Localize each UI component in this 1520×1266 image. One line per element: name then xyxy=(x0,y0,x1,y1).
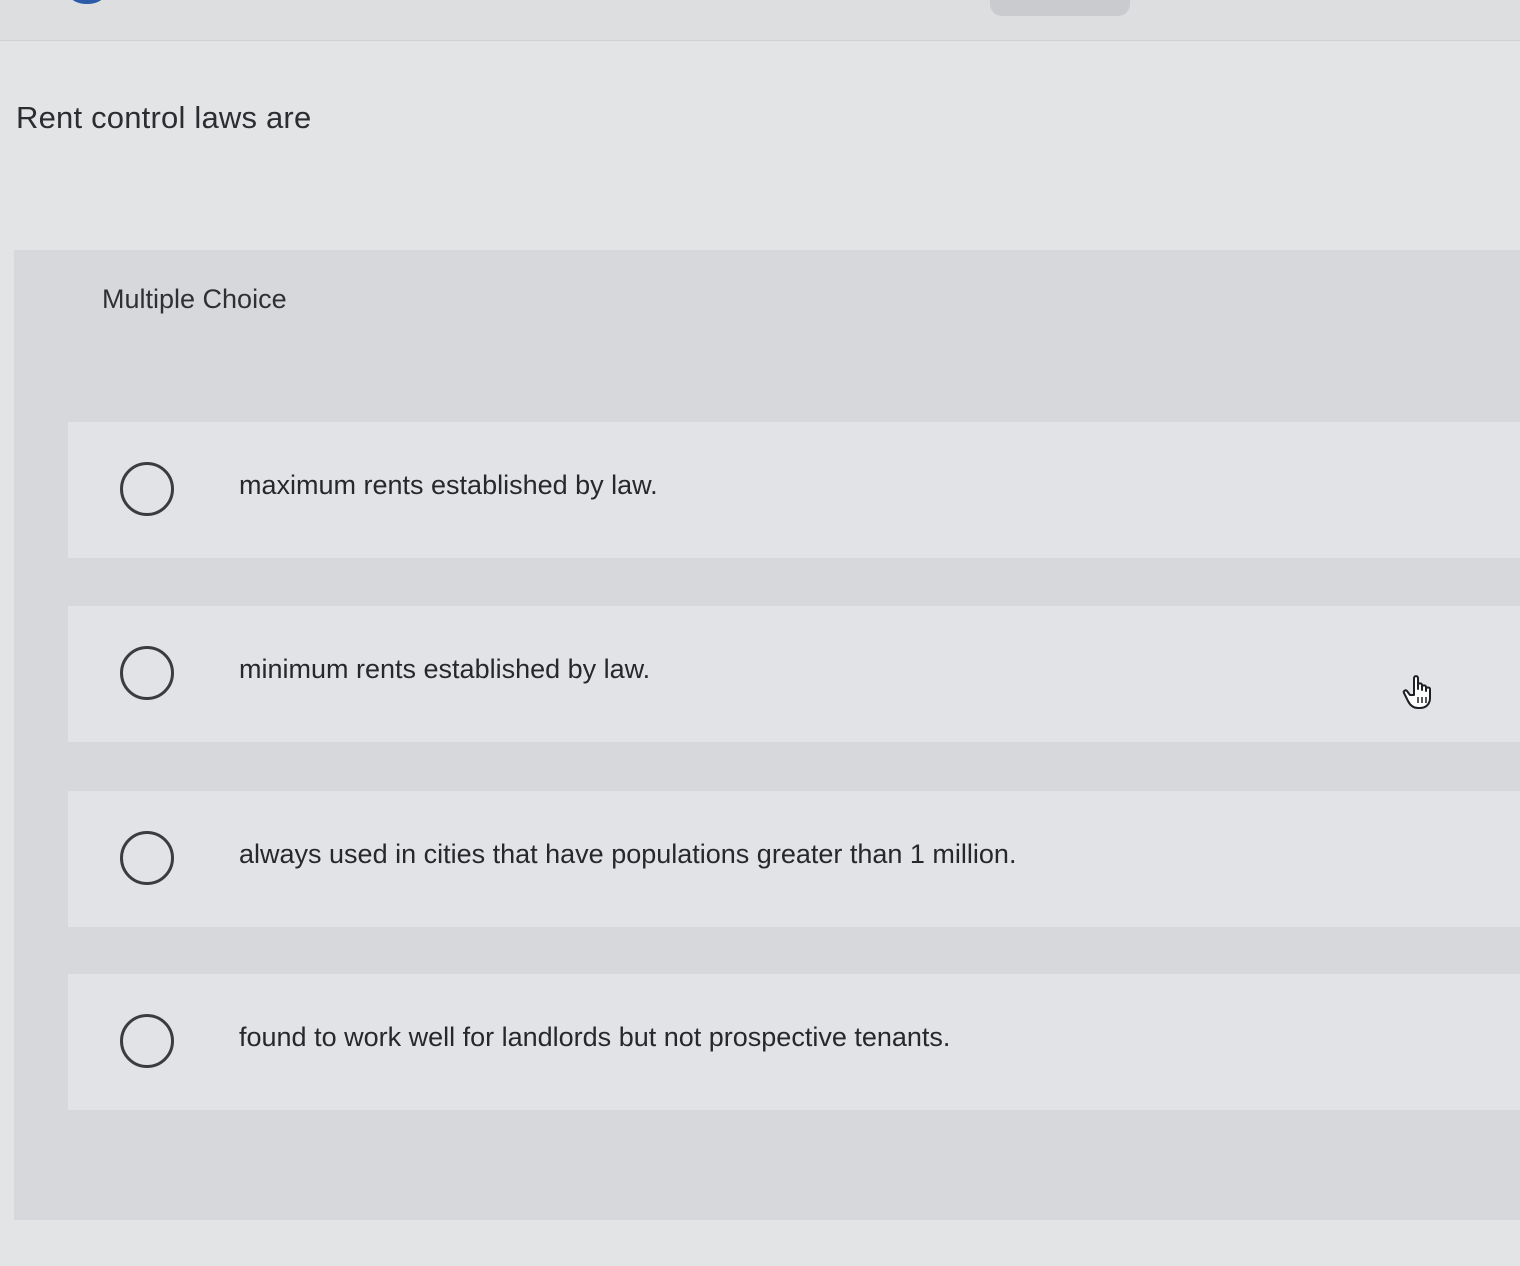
answer-option-text: maximum rents established by law. xyxy=(239,470,658,500)
top-toolbar xyxy=(0,0,1520,41)
question-type-label: Multiple Choice xyxy=(102,284,287,314)
answer-option-text: minimum rents established by law. xyxy=(239,654,651,684)
radio-button[interactable] xyxy=(120,831,174,885)
progress-indicator xyxy=(70,0,104,4)
radio-button[interactable] xyxy=(120,1014,174,1068)
toolbar-tab[interactable] xyxy=(990,0,1130,16)
multiple-choice-panel: Multiple Choice maximum rents establishe… xyxy=(14,250,1520,1220)
answer-option-text: always used in cities that have populati… xyxy=(239,839,1017,869)
answer-option-text: found to work well for landlords but not… xyxy=(239,1022,951,1052)
answer-option-2[interactable]: minimum rents established by law. xyxy=(68,606,1520,742)
question-prompt: Rent control laws are xyxy=(16,100,312,135)
radio-button[interactable] xyxy=(120,646,174,700)
answer-option-1[interactable]: maximum rents established by law. xyxy=(68,422,1520,558)
hand-pointer-icon xyxy=(1402,675,1431,709)
answer-option-4[interactable]: found to work well for landlords but not… xyxy=(68,974,1520,1110)
answer-option-3[interactable]: always used in cities that have populati… xyxy=(68,791,1520,927)
radio-button[interactable] xyxy=(120,462,174,516)
